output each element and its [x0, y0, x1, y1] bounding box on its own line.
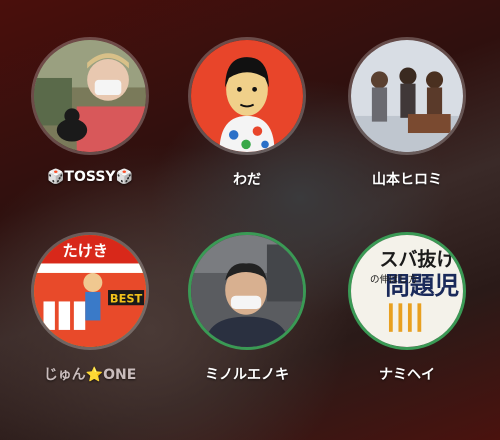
- man-with-dog-photo-icon: [34, 40, 146, 152]
- avatar[interactable]: [188, 232, 306, 350]
- friend-name: 🎲TOSSY🎲: [47, 169, 133, 185]
- friend-item-yamamoto[interactable]: ST 山本ヒロミ: [337, 37, 477, 207]
- friend-grid: 🎲TOSSY🎲 わだ ST 山本ヒロミ たけき BEST じゅん⭐ONE ミノル…: [0, 0, 500, 440]
- friend-item-jun[interactable]: たけき BEST じゅん⭐ONE: [20, 232, 160, 402]
- svg-text:ST: ST: [446, 139, 457, 149]
- band-photo-icon: ST: [351, 40, 463, 152]
- friend-item-namihei[interactable]: スバ抜けた 問題児 の伸ばし方 ナミヘイ: [337, 232, 477, 402]
- avatar[interactable]: たけき BEST: [31, 232, 149, 350]
- avatar[interactable]: スバ抜けた 問題児 の伸ばし方: [348, 232, 466, 350]
- friend-name: ミノルエノキ: [205, 367, 289, 383]
- game-badge-text: BEST: [110, 291, 143, 305]
- friend-name: 山本ヒロミ: [372, 172, 442, 188]
- book-cover-icon: スバ抜けた 問題児 の伸ばし方: [351, 235, 463, 347]
- book-title-line1: スバ抜けた: [379, 247, 463, 270]
- friend-name: ナミヘイ: [379, 367, 435, 383]
- friend-name: じゅん⭐ONE: [43, 367, 137, 383]
- friend-item-tossy[interactable]: 🎲TOSSY🎲: [20, 37, 160, 207]
- man-with-mask-photo-icon: [191, 235, 303, 347]
- friend-item-wada[interactable]: わだ: [177, 37, 317, 207]
- friend-name: わだ: [233, 172, 261, 188]
- game-sign-text: たけき: [62, 242, 108, 260]
- avatar[interactable]: [188, 37, 306, 155]
- avatar[interactable]: [31, 37, 149, 155]
- game-illustration-icon: たけき BEST: [34, 235, 146, 347]
- avatar[interactable]: ST: [348, 37, 466, 155]
- illustration-face-icon: [191, 40, 303, 152]
- friend-item-minoru[interactable]: ミノルエノキ: [177, 232, 317, 402]
- book-subtitle: の伸ばし方: [370, 273, 417, 285]
